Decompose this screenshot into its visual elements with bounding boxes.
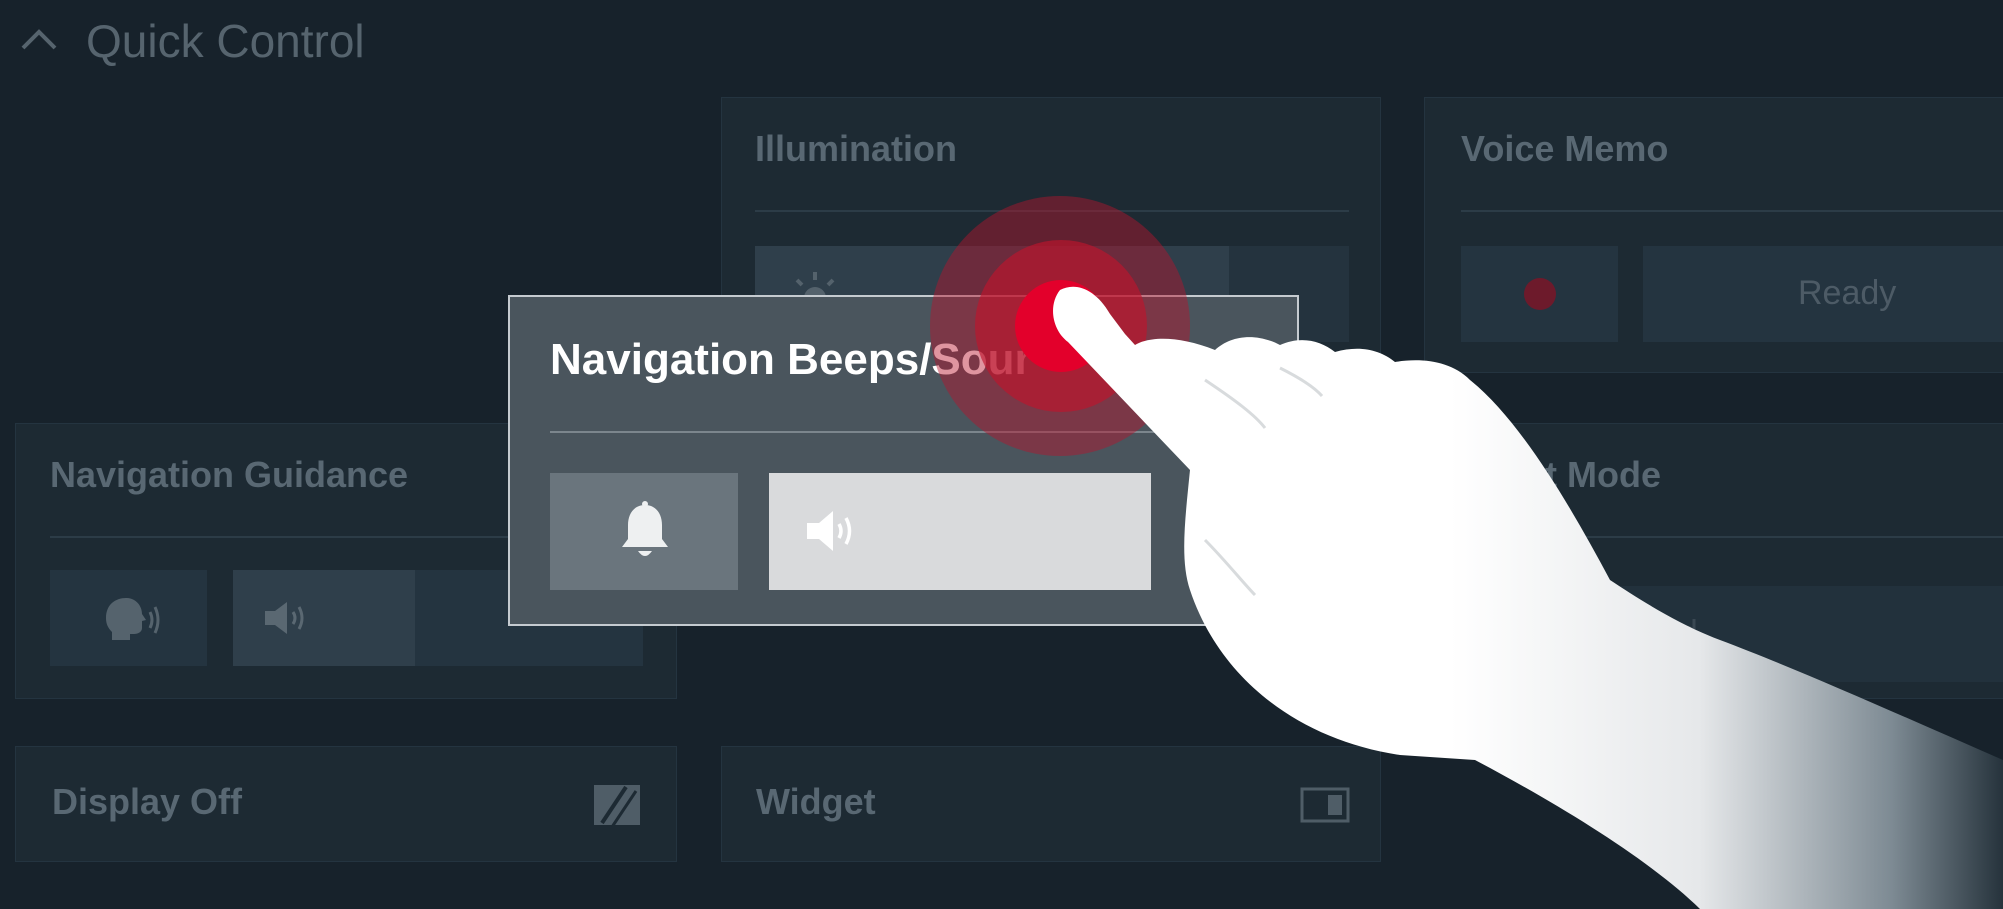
illumination-title: Illumination xyxy=(755,128,957,169)
sound-option-button[interactable] xyxy=(769,473,1151,590)
bell-icon xyxy=(622,501,668,556)
speaker-button[interactable] xyxy=(233,570,415,666)
mode-option-label: und xyxy=(1641,614,1698,652)
voice-guidance-icon xyxy=(106,598,160,640)
beep-option-button[interactable] xyxy=(550,473,738,590)
display-off-card[interactable]: Display Off xyxy=(15,746,677,862)
speaker-icon xyxy=(265,602,304,634)
widget-icon xyxy=(1300,787,1350,823)
voice-guidance-button[interactable] xyxy=(50,570,207,666)
display-off-icon xyxy=(594,785,640,827)
voice-memo-status[interactable]: Ready xyxy=(1643,246,2003,342)
display-off-title: Display Off xyxy=(52,781,243,822)
widget-card[interactable]: Widget xyxy=(721,746,1381,862)
popup-divider xyxy=(550,431,1250,433)
status-label: Ready xyxy=(1798,274,1897,312)
voice-memo-card: Voice Memo Ready xyxy=(1424,97,2003,373)
mode-title: t Mode xyxy=(1545,454,1661,495)
chevron-up-icon[interactable] xyxy=(20,26,58,52)
navigation-guidance-title: Navigation Guidance xyxy=(50,454,409,495)
mode-option[interactable]: und xyxy=(1461,586,2003,682)
widget-title: Widget xyxy=(756,781,876,822)
speaker-icon xyxy=(807,511,852,551)
voice-memo-title: Voice Memo xyxy=(1461,128,1669,169)
quick-control-title: Quick Control xyxy=(86,15,365,67)
mode-card: t Mode und xyxy=(1424,423,2003,699)
record-button[interactable] xyxy=(1461,246,1618,342)
record-dot-icon xyxy=(1524,278,1556,310)
touch-point xyxy=(1015,280,1107,372)
